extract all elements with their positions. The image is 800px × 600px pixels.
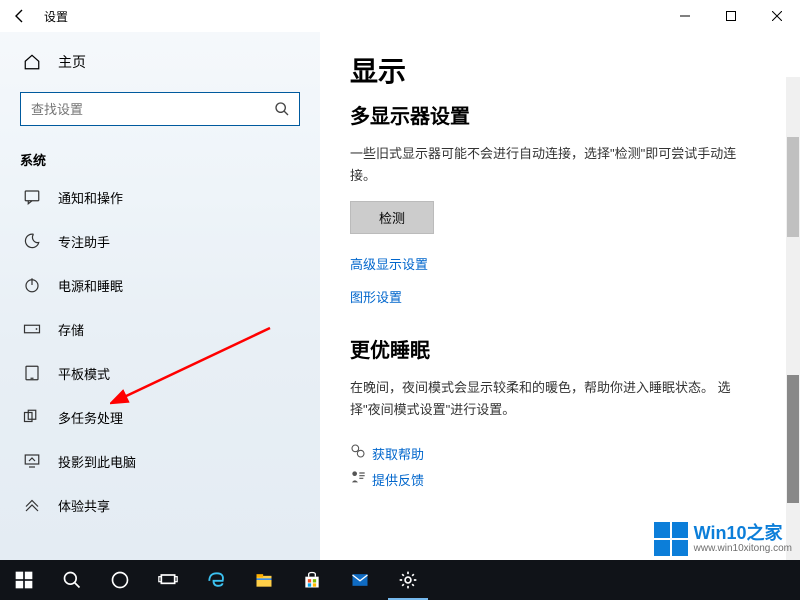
sidebar-item-label: 专注助手 (58, 232, 110, 251)
sidebar-item-power[interactable]: 电源和睡眠 (20, 263, 300, 307)
search-box[interactable] (20, 92, 300, 126)
advanced-display-link[interactable]: 高级显示设置 (350, 254, 770, 273)
section-sleep-title: 更优睡眠 (350, 334, 770, 363)
main-panel: 显示 多显示器设置 一些旧式显示器可能不会进行自动连接，选择"检测"即可尝试手动… (320, 32, 800, 560)
title-bar: 设置 (0, 0, 800, 32)
mail-button[interactable] (336, 560, 384, 600)
sleep-hint: 在晚间，夜间模式会显示较柔和的暖色，帮助你进入睡眠状态。 选择"夜间模式设置"进… (350, 377, 750, 421)
taskbar (0, 560, 800, 600)
window-title: 设置 (44, 8, 68, 25)
sidebar-item-tablet[interactable]: 平板模式 (20, 351, 300, 395)
watermark: Win10之家 www.win10xitong.com (654, 522, 792, 556)
section-multimonitor-title: 多显示器设置 (350, 100, 770, 129)
edge-button[interactable] (192, 560, 240, 600)
search-icon (265, 101, 299, 117)
taskview-button[interactable] (144, 560, 192, 600)
sidebar-item-label: 多任务处理 (58, 408, 123, 427)
start-button[interactable] (0, 560, 48, 600)
back-button[interactable] (0, 0, 40, 32)
home-icon (20, 53, 44, 71)
sidebar-item-focus[interactable]: 专注助手 (20, 219, 300, 263)
help-icon (350, 443, 372, 463)
moon-icon (20, 232, 44, 250)
search-input[interactable] (21, 102, 265, 117)
close-button[interactable] (754, 0, 800, 32)
project-icon (20, 452, 44, 470)
feedback-icon (350, 469, 372, 489)
scroll-thumb[interactable] (787, 375, 799, 503)
multitask-icon (20, 408, 44, 426)
cortana-button[interactable] (96, 560, 144, 600)
watermark-url: www.win10xitong.com (694, 543, 792, 554)
get-help-link[interactable]: 获取帮助 (372, 444, 424, 463)
tablet-icon (20, 364, 44, 382)
home-button[interactable]: 主页 (20, 42, 300, 82)
message-icon (20, 188, 44, 206)
detect-button[interactable]: 检测 (350, 201, 434, 234)
feedback-link[interactable]: 提供反馈 (372, 470, 424, 489)
minimize-button[interactable] (662, 0, 708, 32)
share-icon (20, 496, 44, 514)
windows-logo-icon (654, 522, 688, 556)
graphics-settings-link[interactable]: 图形设置 (350, 287, 770, 306)
sidebar-item-share[interactable]: 体验共享 (20, 483, 300, 527)
maximize-button[interactable] (708, 0, 754, 32)
store-button[interactable] (288, 560, 336, 600)
home-label: 主页 (58, 52, 86, 72)
storage-icon (20, 322, 44, 336)
sidebar-item-label: 体验共享 (58, 496, 110, 515)
sidebar: 主页 系统 通知和操作 专注助手 电源和睡眠 存储 平板模式 (0, 32, 320, 560)
sidebar-item-storage[interactable]: 存储 (20, 307, 300, 351)
section-label: 系统 (20, 150, 300, 169)
scroll-thumb[interactable] (787, 137, 799, 237)
sidebar-item-label: 平板模式 (58, 364, 110, 383)
sidebar-item-project[interactable]: 投影到此电脑 (20, 439, 300, 483)
watermark-brand: Win10之家 (694, 524, 792, 544)
power-icon (20, 276, 44, 294)
sidebar-item-multitask[interactable]: 多任务处理 (20, 395, 300, 439)
sidebar-item-notifications[interactable]: 通知和操作 (20, 175, 300, 219)
sidebar-item-label: 投影到此电脑 (58, 452, 136, 471)
scrollbar[interactable] (786, 77, 800, 560)
sidebar-item-label: 通知和操作 (58, 188, 123, 207)
sidebar-item-label: 电源和睡眠 (58, 276, 123, 295)
explorer-button[interactable] (240, 560, 288, 600)
multimonitor-hint: 一些旧式显示器可能不会进行自动连接，选择"检测"即可尝试手动连接。 (350, 143, 750, 187)
taskbar-search-button[interactable] (48, 560, 96, 600)
sidebar-item-label: 存储 (58, 320, 84, 339)
page-title: 显示 (350, 50, 770, 90)
settings-taskbar-button[interactable] (384, 560, 432, 600)
